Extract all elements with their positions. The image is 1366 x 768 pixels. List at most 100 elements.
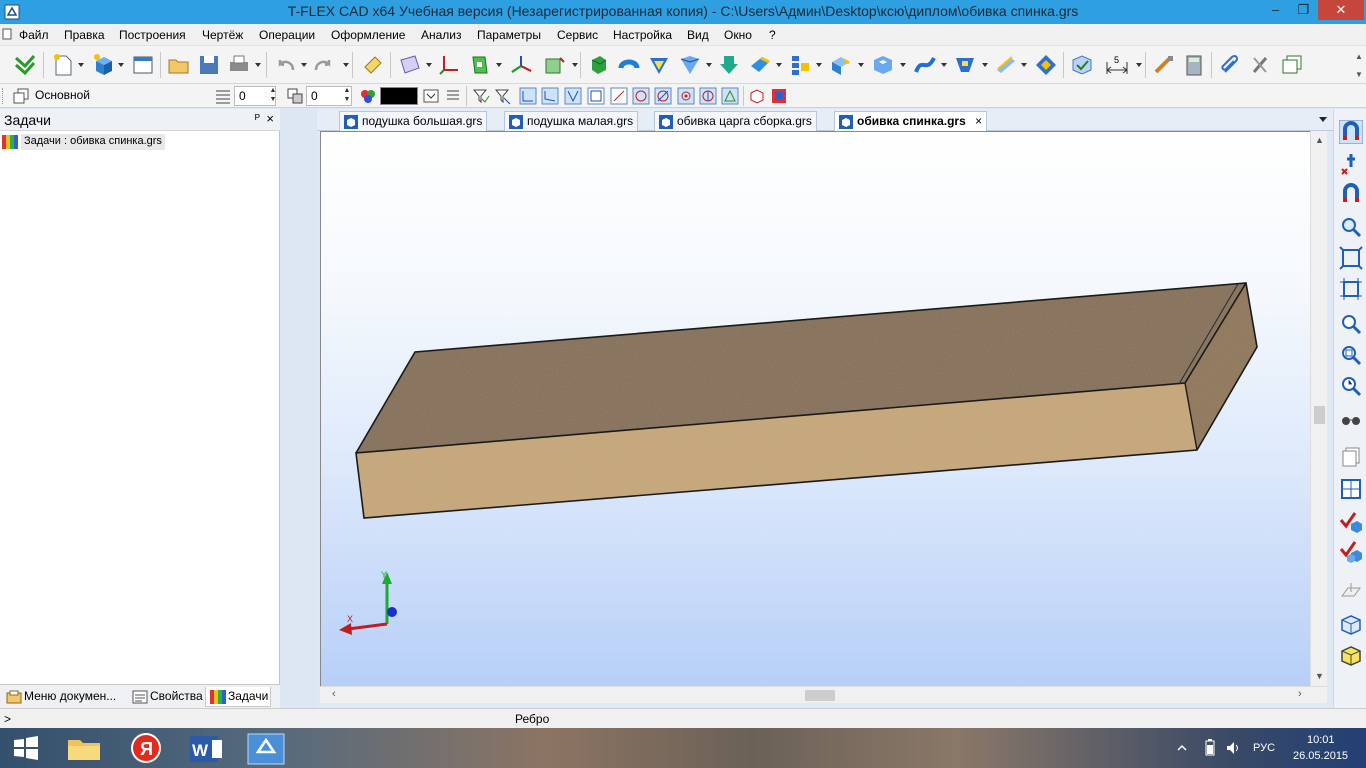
sweep-icon[interactable] xyxy=(677,52,703,78)
menu-design[interactable]: Оформление xyxy=(331,28,405,42)
undo-icon[interactable] xyxy=(273,52,299,78)
battery-icon[interactable] xyxy=(1203,739,1217,757)
print-icon[interactable] xyxy=(226,52,252,78)
dropdown-arrow[interactable] xyxy=(900,63,906,67)
fit-view-icon[interactable] xyxy=(1339,277,1363,301)
menu-drawing[interactable]: Чертёж xyxy=(202,28,243,42)
tab-properties[interactable]: Свойства xyxy=(128,687,205,707)
word-icon[interactable]: W xyxy=(178,728,234,768)
tab-tasks[interactable]: Задачи xyxy=(205,687,272,707)
pin-icon[interactable]: ᴾ xyxy=(255,112,260,126)
magnet-icon[interactable] xyxy=(1339,182,1363,206)
show-hidden-icons-icon[interactable] xyxy=(1176,742,1188,754)
snap-icon[interactable] xyxy=(721,87,739,105)
3d-node-icon[interactable] xyxy=(508,52,534,78)
menu-operations[interactable]: Операции xyxy=(259,28,315,42)
dropdown-arrow[interactable] xyxy=(706,63,712,67)
new-document-icon[interactable] xyxy=(50,52,76,78)
attach-icon[interactable] xyxy=(1217,52,1243,78)
windows-icon[interactable] xyxy=(1279,52,1305,78)
workplane-icon[interactable] xyxy=(397,52,423,78)
priority-spinner[interactable]: ▲ ▼ xyxy=(342,86,352,106)
snap-icon[interactable] xyxy=(699,87,717,105)
yandex-browser-icon[interactable]: Я xyxy=(118,728,174,768)
dropdown-arrow[interactable] xyxy=(1136,63,1142,67)
horizontal-scrollbar[interactable]: ‹ › xyxy=(320,686,1327,703)
save-icon[interactable] xyxy=(196,52,222,78)
menu-file[interactable]: Файл xyxy=(19,28,49,42)
shell-icon[interactable] xyxy=(870,52,896,78)
menu-parameters[interactable]: Параметры xyxy=(477,28,541,42)
check-cube-icon[interactable] xyxy=(1339,510,1363,534)
cube-red-icon[interactable] xyxy=(748,87,766,105)
speaker-icon[interactable] xyxy=(1225,740,1241,756)
window-icon[interactable] xyxy=(130,52,156,78)
fillet-icon[interactable] xyxy=(747,52,773,78)
pin-icon[interactable] xyxy=(1339,151,1363,175)
file-explorer-icon[interactable] xyxy=(56,728,112,768)
dropdown-arrow[interactable] xyxy=(118,63,124,67)
scroll-down-icon[interactable]: ▼ xyxy=(1315,671,1324,681)
extrude-icon[interactable] xyxy=(586,52,612,78)
menu-service[interactable]: Сервис xyxy=(557,28,598,42)
doc-tab-close-icon[interactable]: × xyxy=(975,114,982,128)
dropdown-arrow[interactable] xyxy=(301,63,307,67)
new-3d-icon[interactable] xyxy=(90,52,116,78)
snap-icon[interactable] xyxy=(677,87,695,105)
chamfer-icon[interactable] xyxy=(828,52,854,78)
filter-icon[interactable] xyxy=(472,87,490,105)
menu-help[interactable]: ? xyxy=(769,28,776,42)
magnet-icon[interactable] xyxy=(1339,120,1363,144)
toolbar-overflow-icon[interactable]: ▼ xyxy=(1355,70,1363,79)
rotate-icon[interactable] xyxy=(616,52,642,78)
toolbar-grip[interactable] xyxy=(2,88,5,104)
sketch-icon[interactable] xyxy=(542,52,568,78)
parameters-icon[interactable] xyxy=(1069,52,1095,78)
palette-icon[interactable] xyxy=(359,87,377,105)
redo-icon[interactable] xyxy=(310,52,336,78)
surface-icon[interactable] xyxy=(912,52,938,78)
calculator-icon[interactable] xyxy=(1181,52,1207,78)
menu-view[interactable]: Вид xyxy=(687,28,709,42)
language-indicator[interactable]: РУС xyxy=(1253,742,1275,754)
doc-tab-3[interactable]: обивка царга сборка.grs xyxy=(654,111,817,131)
boolean-icon[interactable] xyxy=(716,52,742,78)
level-spinner[interactable]: ▲ ▼ xyxy=(268,86,278,106)
snap-icon[interactable] xyxy=(632,87,650,105)
confirm-icon[interactable] xyxy=(12,52,38,78)
view-cube-yellow-icon[interactable] xyxy=(1339,644,1363,668)
view-cube-icon[interactable] xyxy=(1339,613,1363,637)
check-cubes-icon[interactable] xyxy=(1339,539,1363,563)
dropdown-arrow[interactable] xyxy=(941,63,947,67)
dropdown-arrow[interactable] xyxy=(572,63,578,67)
close-button[interactable]: ✕ xyxy=(1318,0,1364,20)
snap-icon[interactable] xyxy=(654,87,672,105)
zoom-dynamic-icon[interactable] xyxy=(1339,374,1363,398)
menu-build[interactable]: Построения xyxy=(119,28,186,42)
body-icon[interactable] xyxy=(1033,52,1059,78)
list-icon[interactable] xyxy=(444,87,462,105)
tabs-dropdown-icon[interactable] xyxy=(1319,117,1327,122)
dropdown-arrow[interactable] xyxy=(776,63,782,67)
color-dropdown-icon[interactable] xyxy=(422,87,440,105)
dropdown-arrow[interactable] xyxy=(982,63,988,67)
glasses-icon[interactable] xyxy=(1339,409,1363,433)
scroll-left-icon[interactable]: ‹ xyxy=(332,688,336,700)
dropdown-arrow[interactable] xyxy=(858,63,864,67)
doc-tab-1[interactable]: подушка большая.grs xyxy=(339,111,488,131)
loft-icon[interactable] xyxy=(646,52,672,78)
dropdown-arrow[interactable] xyxy=(816,63,822,67)
open-folder-icon[interactable] xyxy=(166,52,192,78)
menu-edit[interactable]: Правка xyxy=(64,28,105,42)
layout-icon[interactable] xyxy=(1339,477,1363,501)
start-icon[interactable] xyxy=(0,728,56,768)
clock-time[interactable]: 10:01 xyxy=(1307,734,1335,746)
measure-icon[interactable] xyxy=(1151,52,1177,78)
properties-icon[interactable] xyxy=(360,52,386,78)
thicken-icon[interactable] xyxy=(952,52,978,78)
scroll-up-icon[interactable]: ▲ xyxy=(1315,135,1324,145)
array-icon[interactable] xyxy=(788,52,814,78)
snap-icon[interactable] xyxy=(541,87,559,105)
clock-date[interactable]: 26.05.2015 xyxy=(1293,750,1348,762)
vertical-scrollbar[interactable]: ▲ ▼ xyxy=(1310,131,1327,686)
